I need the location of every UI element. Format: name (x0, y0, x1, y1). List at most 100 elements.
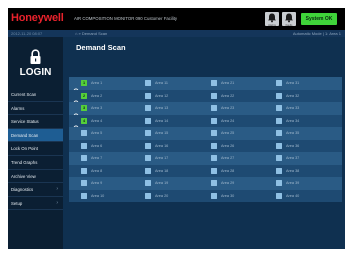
table-row: Area 7 Area 17 Area 27 Area 37 (69, 152, 342, 165)
sidebar-item-label: Demand Scan (11, 132, 39, 138)
area-checkbox[interactable] (276, 180, 282, 187)
area-label: Area 38 (286, 168, 300, 173)
area-label: Area 31 (286, 81, 300, 86)
area-selected-checkbox[interactable]: 4 (81, 117, 87, 124)
chevron-right-icon: › (56, 186, 58, 193)
area-label: Area 40 (286, 193, 300, 198)
area-checkbox[interactable] (211, 117, 217, 124)
area-sequence-number: 2 (82, 93, 86, 98)
area-checkbox[interactable] (211, 130, 217, 137)
sidebar-item-current-scan[interactable]: Current Scan (8, 88, 63, 102)
sidebar-item-demand-scan[interactable]: Demand Scan (8, 128, 63, 143)
area-label: Area 20 (155, 193, 169, 198)
area-checkbox[interactable] (276, 117, 282, 124)
sidebar-item-lock-on-point[interactable]: Lock On Point (8, 142, 63, 156)
area-sequence-number: 1 (82, 81, 86, 86)
date-time: 2012-11-20 08:07 (11, 31, 43, 36)
demand-scan-grid: 1 Area 1 Area 11 Area 21 Area 31 2 Area 2 Area … (69, 77, 342, 202)
sidebar-item-label: Alarms (11, 105, 25, 111)
area-checkbox[interactable] (276, 142, 282, 149)
area-checkbox[interactable] (211, 155, 217, 162)
area-checkbox[interactable] (145, 117, 151, 124)
area-checkbox[interactable] (276, 155, 282, 162)
area-checkbox[interactable] (81, 130, 87, 137)
area-checkbox[interactable] (81, 192, 87, 199)
area-label: Area 18 (155, 168, 169, 173)
alarms-bell-button[interactable]: Alarms (265, 12, 279, 27)
mode-status: Automatic Mode | 1: Area 1 (292, 31, 341, 36)
area-checkbox[interactable] (276, 80, 282, 87)
area-label: Area 35 (286, 131, 300, 136)
area-label: Area 39 (286, 181, 300, 186)
sidebar-item-label: Lock On Point (11, 146, 38, 152)
area-checkbox[interactable] (145, 167, 151, 174)
area-checkbox[interactable] (276, 192, 282, 199)
chevron-right-icon: › (56, 199, 58, 206)
info-bar: 2012-11-20 08:07 ⌂ » Demand Scan Automat… (8, 30, 345, 37)
area-checkbox[interactable] (145, 130, 151, 137)
area-checkbox[interactable] (81, 155, 87, 162)
login-button[interactable]: LOGIN (8, 37, 63, 81)
area-label: Area 27 (221, 156, 235, 161)
area-checkbox[interactable] (145, 180, 151, 187)
area-checkbox[interactable] (211, 92, 217, 99)
sidebar-item-diagnostics[interactable]: Diagnostics › (8, 183, 63, 197)
area-label: Area 1 (91, 81, 103, 86)
area-label: Area 16 (155, 143, 169, 148)
sidebar-item-service-status[interactable]: Service Status (8, 115, 63, 129)
area-label: Area 7 (91, 156, 103, 161)
area-label: Area 32 (286, 93, 300, 98)
area-checkbox[interactable] (145, 155, 151, 162)
area-label: Area 26 (221, 143, 235, 148)
area-label: Area 25 (221, 131, 235, 136)
honeywell-logo: Honeywell (11, 12, 64, 24)
sidebar-item-label: Diagnostics (11, 187, 34, 193)
area-sequence-number: 4 (82, 118, 86, 123)
home-icon[interactable]: ⌂ (75, 31, 77, 36)
area-checkbox[interactable] (211, 142, 217, 149)
table-row: Area 5 Area 15 Area 25 Area 35 (69, 127, 342, 140)
area-selected-checkbox[interactable]: 1 (81, 80, 87, 87)
area-checkbox[interactable] (276, 92, 282, 99)
area-label: Area 15 (155, 131, 169, 136)
area-selected-checkbox[interactable]: 2 (81, 92, 87, 99)
table-row: Area 6 Area 16 Area 26 Area 36 (69, 139, 342, 152)
area-checkbox[interactable] (145, 142, 151, 149)
area-label: Area 4 (91, 118, 103, 123)
table-row: Area 9 Area 19 Area 29 Area 39 (69, 177, 342, 190)
area-checkbox[interactable] (81, 180, 87, 187)
sidebar-item-setup[interactable]: Setup › (8, 197, 63, 211)
faults-bell-button[interactable]: Faults (282, 12, 296, 27)
area-checkbox[interactable] (211, 80, 217, 87)
area-label: Area 22 (221, 93, 235, 98)
facility-title: AIR COMPOSITION MONITOR 090 Customer Fac… (74, 16, 178, 21)
area-checkbox[interactable] (81, 167, 87, 174)
area-label: Area 30 (221, 193, 235, 198)
area-checkbox[interactable] (145, 105, 151, 112)
breadcrumb-current: » Demand Scan (78, 31, 108, 36)
area-selected-checkbox[interactable]: 3 (81, 105, 87, 112)
area-checkbox[interactable] (145, 80, 151, 87)
area-label: Area 29 (221, 181, 235, 186)
area-checkbox[interactable] (211, 105, 217, 112)
area-checkbox[interactable] (211, 167, 217, 174)
area-label: Area 10 (91, 193, 105, 198)
area-checkbox[interactable] (145, 92, 151, 99)
system-status-button[interactable]: System OK (301, 13, 337, 25)
lock-icon (30, 49, 41, 64)
area-checkbox[interactable] (276, 167, 282, 174)
area-label: Area 23 (221, 106, 235, 111)
area-checkbox[interactable] (276, 105, 282, 112)
sidebar-item-trend-graphs[interactable]: Trend Graphs (8, 156, 63, 170)
sidebar-item-archive-view[interactable]: Archive View (8, 170, 63, 184)
area-checkbox[interactable] (81, 142, 87, 149)
area-label: Area 33 (286, 106, 300, 111)
table-row: 4 Area 4 Area 14 Area 24 Area 34 (69, 114, 342, 131)
area-label: Area 8 (91, 168, 103, 173)
area-checkbox[interactable] (276, 130, 282, 137)
area-checkbox[interactable] (211, 192, 217, 199)
sidebar-item-alarms[interactable]: Alarms (8, 102, 63, 116)
area-checkbox[interactable] (211, 180, 217, 187)
area-checkbox[interactable] (145, 192, 151, 199)
area-label: Area 37 (286, 156, 300, 161)
